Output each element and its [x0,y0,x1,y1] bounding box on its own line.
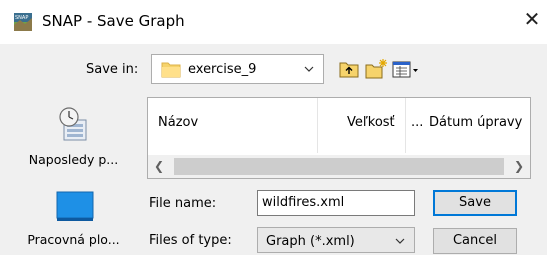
app-icon-label: SNAP [15,15,28,21]
scroll-right-icon[interactable]: ❯ [512,159,526,173]
snap-app-icon: SNAP [14,13,32,31]
dialog-body: Save in: exercise_9 Naposledy p... Praco… [0,44,547,255]
file-list[interactable]: Názov Veľkosť ... Dátum úpravy ❮ ❯ [147,97,531,179]
save-in-label: Save in: [86,62,139,77]
column-header-size[interactable]: Veľkosť [347,115,395,130]
new-folder-icon[interactable] [364,58,388,80]
column-header-date-modified[interactable]: Dátum úpravy [429,115,522,130]
save-in-combobox[interactable]: exercise_9 [151,54,324,84]
places-item-label: Naposledy p... [28,152,119,167]
places-item-desktop[interactable]: Pracovná plo... [14,184,133,254]
column-header-name[interactable]: Názov [158,115,198,130]
window-title: SNAP - Save Graph [42,12,185,30]
file-name-input[interactable] [262,195,412,210]
files-of-type-select[interactable]: Graph (*.xml) [257,227,415,253]
up-folder-icon[interactable] [338,58,360,80]
view-menu-icon[interactable] [392,58,420,80]
places-item-label: Pracovná plo... [27,232,120,247]
desktop-icon [56,191,94,221]
save-in-value: exercise_9 [188,62,257,77]
title-bar: SNAP SNAP - Save Graph ✕ [0,0,547,44]
scroll-left-icon[interactable]: ❮ [152,159,166,173]
file-name-field[interactable] [257,190,415,216]
files-of-type-label: Files of type: [149,233,232,248]
close-icon[interactable]: ✕ [521,8,543,30]
folder-icon [161,62,181,78]
cancel-button[interactable]: Cancel [433,228,517,254]
scrollbar-thumb[interactable] [174,158,504,175]
file-name-label: File name: [149,196,217,211]
recent-places-icon [59,107,87,141]
column-divider [317,98,318,153]
chevron-down-icon [395,238,405,244]
places-bar: Naposledy p... Pracovná plo... [14,102,133,255]
save-button[interactable]: Save [433,190,517,216]
horizontal-scrollbar[interactable]: ❮ ❯ [148,155,530,178]
files-of-type-value: Graph (*.xml) [266,234,355,249]
column-header-truncated[interactable]: ... [411,115,423,130]
column-divider [405,98,406,153]
places-item-recent[interactable]: Naposledy p... [14,102,133,172]
chevron-down-icon [304,66,314,72]
